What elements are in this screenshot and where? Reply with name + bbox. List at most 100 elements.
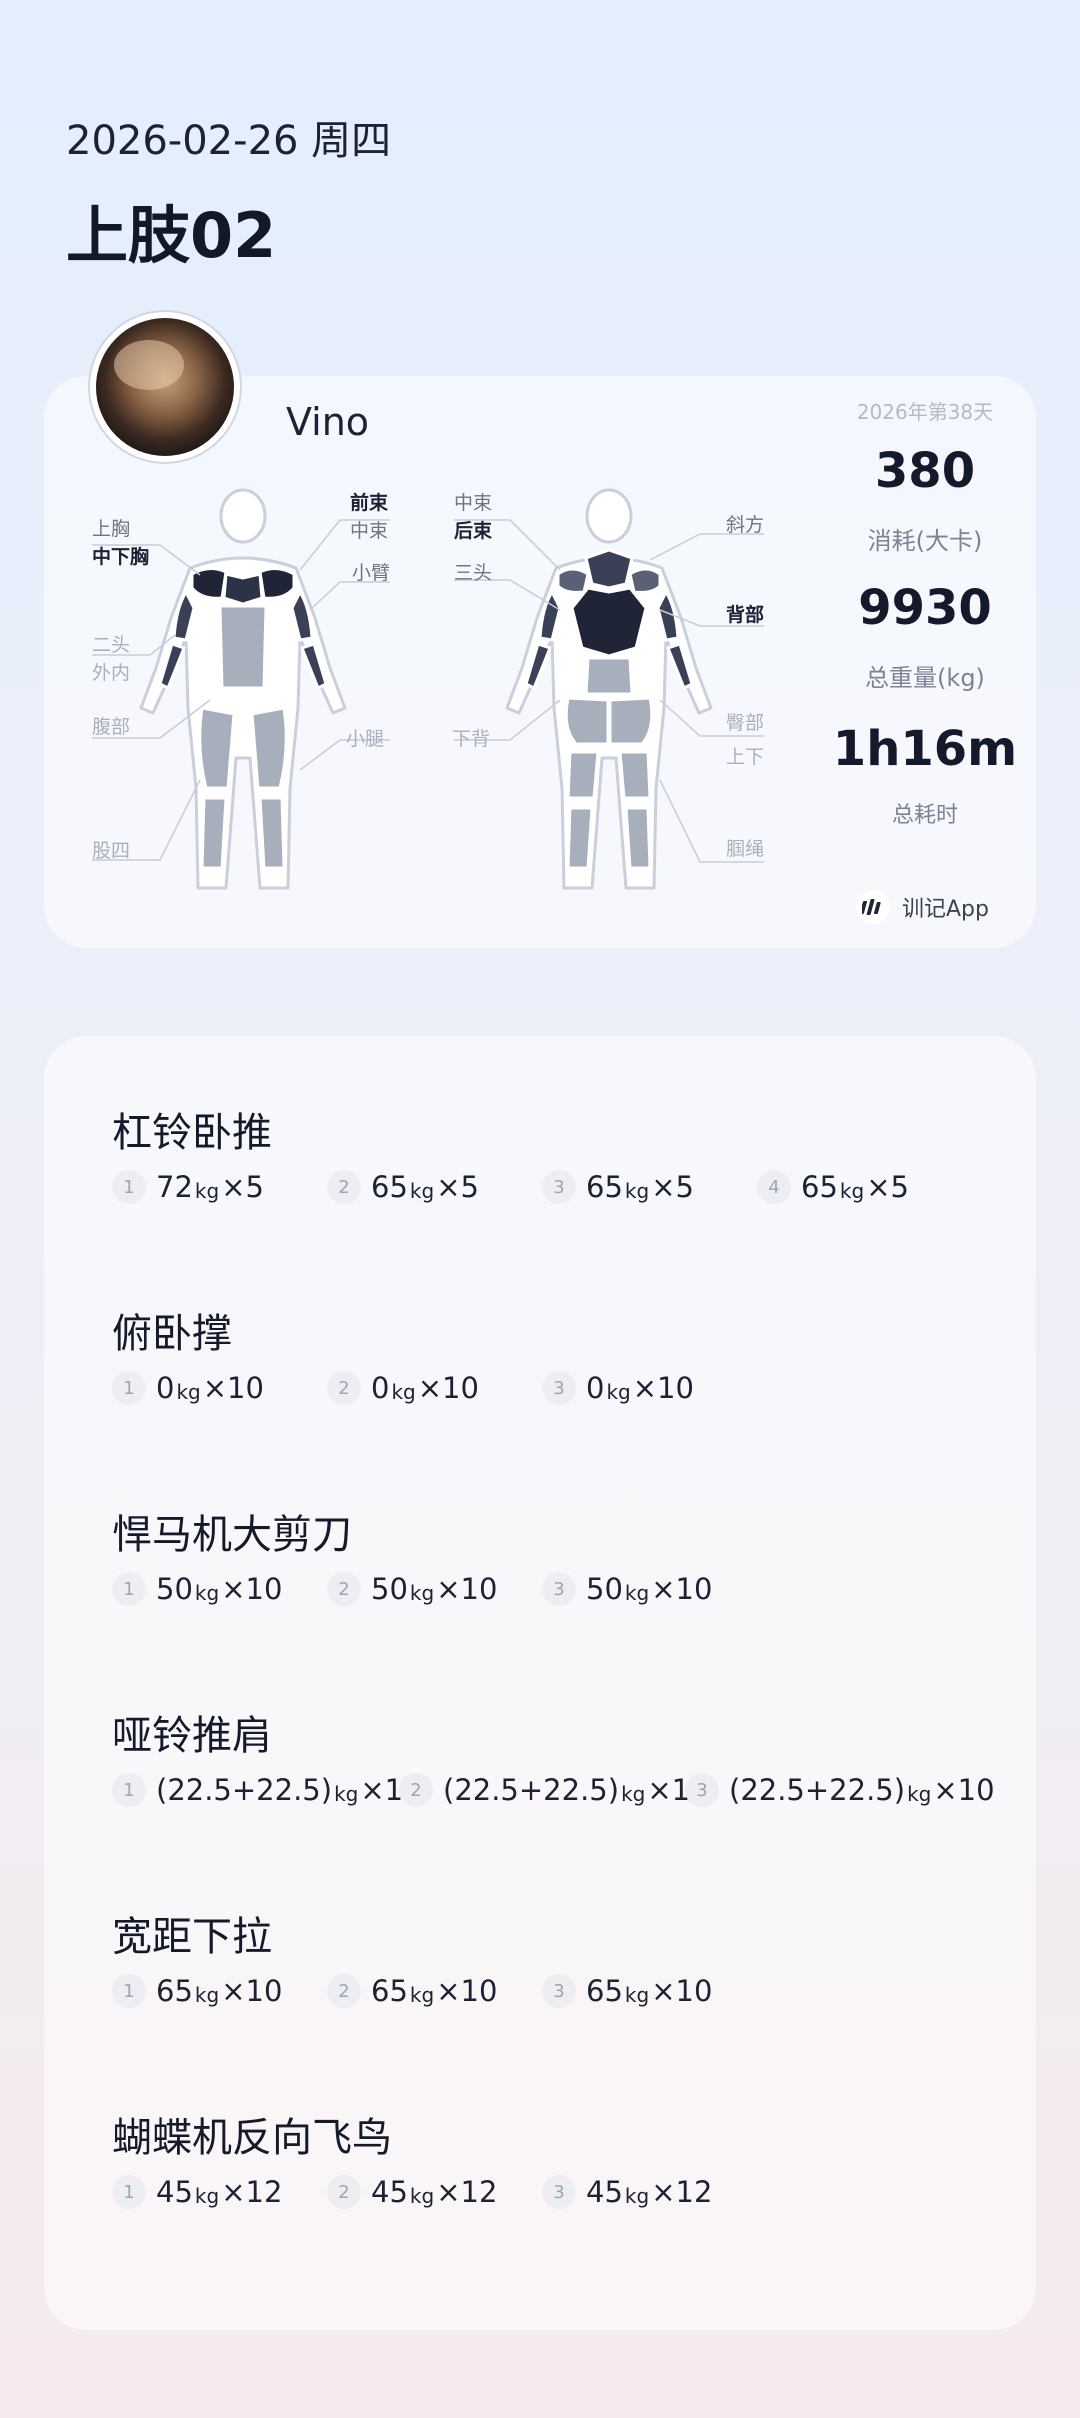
set-weight: 50: [156, 1572, 193, 1606]
exercise-item[interactable]: 蝴蝶机反向飞鸟 1 45 kg × 12 2 45 kg × 12 3 45 kg × 12: [112, 2105, 712, 2209]
set-list: 1 0 kg × 10 2 0 kg × 10 3 0 kg × 10: [112, 1371, 972, 1415]
set-reps: 10: [245, 1974, 283, 2008]
set-item: 3 65 kg × 10: [542, 1974, 712, 2008]
set-times-sign: ×: [221, 1572, 246, 1606]
set-times-sign: ×: [221, 2175, 246, 2209]
set-reps: 10: [227, 1371, 264, 1405]
label-mid-lower-chest: 中下胸: [92, 546, 150, 568]
duration-label: 总耗时: [891, 803, 958, 828]
set-weight: 50: [586, 1572, 623, 1606]
exercise-name: 俯卧撑: [112, 1311, 232, 1357]
label-back: 背部: [726, 604, 765, 626]
set-weight: 45: [586, 2175, 623, 2209]
set-item: 2(22.5+22.5)kg×10: [399, 1773, 709, 1807]
set-unit: kg: [334, 1782, 359, 1806]
exercise-item[interactable]: 俯卧撑 1 0 kg × 10 2 0 kg × 10 3 0 kg × 10: [112, 1301, 694, 1405]
set-unit: kg: [409, 2184, 435, 2208]
set-reps: 10: [657, 1371, 694, 1405]
set-number-badge: 3: [542, 1371, 576, 1405]
set-reps: 12: [675, 2175, 713, 2209]
exercise-item[interactable]: 杠铃卧推 1 72 kg × 5 2 65 kg × 5 3 65 kg × 5 4 65 kg × 5: [112, 1100, 909, 1204]
set-reps: 12: [245, 2175, 283, 2209]
label-front-delt: 前束: [350, 492, 389, 514]
set-number-badge: 4: [757, 1170, 791, 1204]
set-times-sign: ×: [221, 1974, 246, 2008]
calories-label: 消耗(大卡): [867, 527, 983, 555]
brand: 训记App: [856, 890, 989, 924]
exercise-item[interactable]: 哑铃推肩1(22.5+22.5)kg×102(22.5+22.5)kg×103(…: [112, 1703, 995, 1807]
set-weight: 65: [801, 1170, 838, 1204]
label-front-mid-delt: 中束: [350, 520, 389, 542]
set-list: 1 50 kg × 10 2 50 kg × 10 3 50 kg × 10: [112, 1572, 972, 1616]
label-forearm: 小臂: [352, 562, 391, 584]
label-glutes-up-down: 上下: [726, 746, 765, 768]
set-unit: kg: [624, 2184, 650, 2208]
set-unit: kg: [194, 2184, 220, 2208]
label-traps: 斜方: [726, 514, 765, 536]
set-item: 3 50 kg × 10: [542, 1572, 712, 1606]
set-times-sign: ×: [221, 1170, 246, 1204]
set-item: 3 65 kg × 5: [542, 1170, 694, 1204]
set-item: 1 50 kg × 10: [112, 1572, 282, 1606]
set-weight: 65: [586, 1974, 623, 2008]
set-number-badge: 3: [542, 1170, 576, 1204]
set-weight: (22.5+22.5): [156, 1773, 333, 1807]
set-number-badge: 2: [327, 1572, 361, 1606]
set-item: 2 65 kg × 10: [327, 1974, 497, 2008]
set-weight: 45: [371, 2175, 408, 2209]
exercise-name: 蝴蝶机反向飞鸟: [112, 2115, 392, 2161]
set-unit: kg: [194, 1581, 220, 1605]
set-item: 1 45 kg × 12: [112, 2175, 282, 2209]
set-reps: 10: [675, 1572, 713, 1606]
set-unit: kg: [624, 1581, 650, 1605]
set-number-badge: 2: [327, 1371, 361, 1405]
set-weight: 0: [586, 1371, 605, 1405]
set-times-sign: ×: [360, 1773, 385, 1807]
set-reps: 5: [460, 1170, 479, 1204]
set-number-badge: 2: [327, 1974, 361, 2008]
label-glutes: 臀部: [726, 712, 765, 734]
exercise-item[interactable]: 悍马机大剪刀 1 50 kg × 10 2 50 kg × 10 3 50 kg × 10: [112, 1502, 712, 1606]
set-number-badge: 2: [399, 1773, 433, 1807]
set-reps: 10: [442, 1371, 479, 1405]
set-number-badge: 2: [327, 2175, 361, 2209]
set-times-sign: ×: [632, 1371, 658, 1405]
day-count: 2026年第38天: [856, 400, 994, 424]
exercise-name: 哑铃推肩: [112, 1713, 272, 1759]
label-biceps: 二头: [92, 634, 131, 656]
exercise-name: 杠铃卧推: [112, 1110, 272, 1156]
set-reps: 5: [245, 1170, 264, 1204]
exercise-item[interactable]: 宽距下拉 1 65 kg × 10 2 65 kg × 10 3 65 kg × 10: [112, 1904, 712, 2008]
set-times-sign: ×: [202, 1371, 228, 1405]
set-weight: 65: [371, 1170, 408, 1204]
set-unit: kg: [176, 1380, 201, 1404]
label-triceps: 三头: [454, 562, 493, 584]
label-back-mid-delt: 中束: [454, 492, 493, 514]
set-unit: kg: [839, 1179, 865, 1203]
exercise-name: 悍马机大剪刀: [112, 1512, 352, 1558]
brand-logo-icon: [856, 890, 890, 924]
set-number-badge: 1: [112, 1371, 146, 1405]
set-item: 1 72 kg × 5: [112, 1170, 264, 1204]
set-item: 1(22.5+22.5)kg×10: [112, 1773, 422, 1807]
set-number-badge: 3: [542, 2175, 576, 2209]
set-weight: 72: [156, 1170, 193, 1204]
set-weight: 0: [371, 1371, 390, 1405]
set-weight: (22.5+22.5): [443, 1773, 620, 1807]
label-forearm-inner: 外内: [92, 662, 131, 684]
set-times-sign: ×: [436, 1974, 461, 2008]
set-list: 1 72 kg × 5 2 65 kg × 5 3 65 kg × 5 4 65 kg × 5: [112, 1170, 972, 1214]
set-item: 1 65 kg × 10: [112, 1974, 282, 2008]
total-weight-value: 9930: [858, 580, 992, 636]
set-reps: 12: [460, 2175, 498, 2209]
set-item: 3 0 kg × 10: [542, 1371, 694, 1405]
set-number-badge: 1: [112, 1170, 146, 1204]
set-reps: 5: [675, 1170, 694, 1204]
set-unit: kg: [621, 1782, 646, 1806]
set-weight: (22.5+22.5): [729, 1773, 906, 1807]
total-weight-label: 总重量(kg): [865, 664, 985, 692]
set-times-sign: ×: [651, 1572, 676, 1606]
set-unit: kg: [194, 1983, 220, 2007]
set-number-badge: 3: [542, 1572, 576, 1606]
set-times-sign: ×: [647, 1773, 672, 1807]
